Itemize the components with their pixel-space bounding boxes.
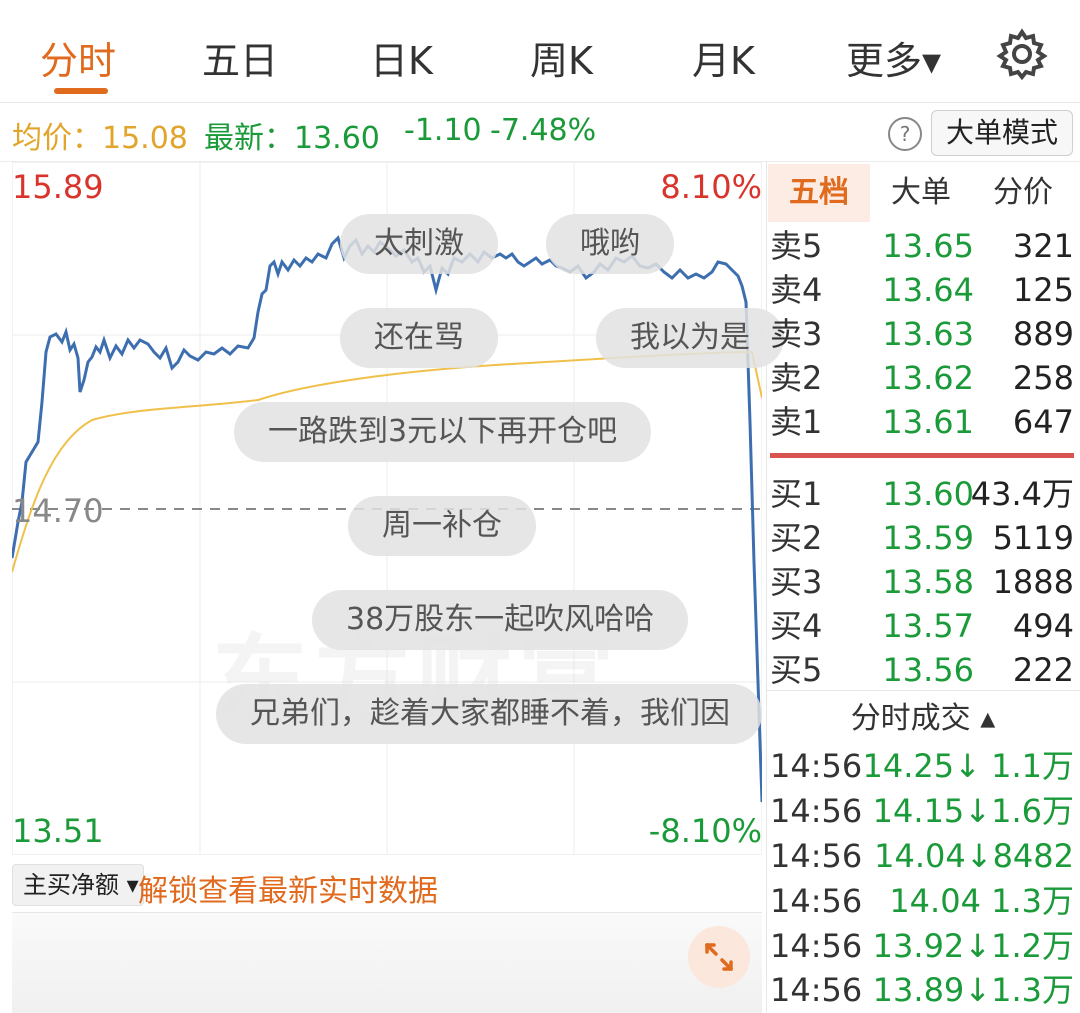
order-level: 买3	[770, 563, 823, 601]
help-icon[interactable]: ?	[888, 117, 922, 151]
danmu-comment[interactable]: 我以为是	[596, 308, 784, 368]
unlock-realtime-link[interactable]: 解锁查看最新实时数据	[138, 866, 438, 910]
trade-row: 14:56 13.89↓1.3万	[770, 968, 1074, 1012]
order-volume: 494	[1012, 607, 1074, 645]
buy-order-row: 买2 13.59 5119	[770, 516, 1074, 560]
order-volume: 321	[1012, 227, 1074, 265]
big-order-mode-button[interactable]: 大单模式	[931, 110, 1073, 156]
trade-detail: 14.25↓ 1.1万	[862, 747, 1075, 785]
order-price: 13.60	[882, 475, 974, 513]
trade-row: 14:56 14.04↓8482	[770, 834, 1074, 878]
chart-tabs: 分时 五日 日K 周K 月K 更多▾	[0, 0, 1080, 103]
tab-monthly-k[interactable]: 月K	[692, 30, 755, 85]
buy-order-row: 买3 13.58 1888	[770, 560, 1074, 604]
sell-order-row: 卖2 13.62 258	[770, 356, 1074, 400]
order-volume: 222	[1012, 651, 1074, 689]
sell-order-row: 卖4 13.64 125	[770, 268, 1074, 312]
buy-order-row: 买5 13.56 222	[770, 648, 1074, 692]
tab-price-distribution[interactable]: 分价	[972, 164, 1074, 222]
order-level: 买2	[770, 519, 823, 557]
net-buy-dropdown[interactable]: 主买净额 ▾	[12, 864, 144, 906]
order-volume: 647	[1012, 403, 1074, 441]
buy-order-row: 买4 13.57 494	[770, 604, 1074, 648]
danmu-comment[interactable]: 兄弟们，趁着大家都睡不着，我们因	[216, 684, 762, 744]
tab-weekly-k[interactable]: 周K	[530, 30, 593, 85]
order-price: 13.56	[882, 651, 974, 689]
danmu-comment[interactable]: 一路跌到3元以下再开仓吧	[234, 402, 652, 462]
tab-daily-k[interactable]: 日K	[370, 30, 433, 85]
order-price: 13.61	[882, 403, 974, 441]
trade-time: 14:56	[770, 882, 863, 920]
trade-detail: 13.89↓1.3万	[872, 971, 1074, 1009]
danmu-comment[interactable]: 太刺激	[340, 214, 498, 274]
order-level: 卖2	[770, 359, 823, 397]
active-tab-indicator	[54, 88, 108, 94]
order-price: 13.64	[882, 271, 974, 309]
trade-row: 14:56 14.15↓1.6万	[770, 789, 1074, 833]
average-price: 均价：15.08	[12, 121, 188, 156]
trade-detail: 14.15↓1.6万	[872, 792, 1074, 830]
order-price: 13.58	[882, 563, 974, 601]
price-change: -1.10	[404, 113, 482, 148]
trade-detail: 14.04 1.3万	[889, 882, 1074, 920]
price-high-label: 15.89	[12, 168, 104, 206]
trade-time: 14:56	[770, 792, 863, 830]
order-price: 13.62	[882, 359, 974, 397]
trade-time: 14:56	[770, 927, 863, 965]
order-volume: 1888	[992, 563, 1074, 601]
trade-row: 14:56 14.25↓ 1.1万	[770, 744, 1074, 788]
danmu-comment[interactable]: 哦哟	[546, 214, 674, 274]
sell-order-row: 卖5 13.65 321	[770, 224, 1074, 268]
gear-icon[interactable]	[996, 28, 1048, 80]
order-level: 买5	[770, 651, 823, 689]
order-price: 13.65	[882, 227, 974, 265]
tab-five-levels[interactable]: 五档	[768, 164, 870, 222]
order-volume: 889	[1012, 315, 1074, 353]
order-level: 卖3	[770, 315, 823, 353]
order-volume: 258	[1012, 359, 1074, 397]
tab-big-orders[interactable]: 大单	[870, 164, 972, 222]
order-level: 卖5	[770, 227, 823, 265]
order-level: 卖1	[770, 403, 823, 441]
trade-time: 14:56	[770, 837, 863, 875]
order-volume: 125	[1012, 271, 1074, 309]
bid-ask-divider	[770, 453, 1074, 458]
tab-more[interactable]: 更多▾	[846, 30, 941, 85]
tab-five-day[interactable]: 五日	[202, 30, 278, 85]
danmu-comment[interactable]: 还在骂	[340, 308, 498, 368]
price-change-pct: -7.48%	[490, 113, 597, 148]
trade-row: 14:56 13.92↓1.2万	[770, 924, 1074, 968]
order-price: 13.59	[882, 519, 974, 557]
order-level: 买4	[770, 607, 823, 645]
sell-order-row: 卖3 13.63 889	[770, 312, 1074, 356]
order-level: 买1	[770, 475, 823, 513]
order-level: 卖4	[770, 271, 823, 309]
price-mid-label: 14.70	[12, 492, 104, 530]
trade-detail: 13.92↓1.2万	[872, 927, 1074, 965]
order-volume: 5119	[992, 519, 1074, 557]
pct-low-label: -8.10%	[648, 812, 762, 850]
latest-price: 最新：13.60	[204, 121, 380, 156]
trade-detail: 14.04↓8482	[874, 837, 1074, 875]
tab-intraday[interactable]: 分时	[40, 30, 116, 85]
trade-row: 14:56 14.04 1.3万	[770, 879, 1074, 923]
danmu-comment[interactable]: 38万股东一起吹风哈哈	[312, 590, 689, 650]
price-low-label: 13.51	[12, 812, 104, 850]
pct-high-label: 8.10%	[660, 168, 762, 206]
order-price: 13.63	[882, 315, 974, 353]
trade-time: 14:56	[770, 971, 863, 1009]
order-volume: 43.4万	[970, 475, 1074, 513]
expand-icon[interactable]	[688, 926, 750, 988]
danmu-comment[interactable]: 周一补仓	[348, 496, 536, 556]
buy-order-row: 买1 13.60 43.4万	[770, 472, 1074, 516]
sell-order-row: 卖1 13.61 647	[770, 400, 1074, 444]
indicator-panel	[12, 912, 762, 1013]
order-price: 13.57	[882, 607, 974, 645]
trade-time: 14:56	[770, 747, 863, 785]
intraday-trades-header[interactable]: 分时成交 ▴	[766, 690, 1080, 741]
